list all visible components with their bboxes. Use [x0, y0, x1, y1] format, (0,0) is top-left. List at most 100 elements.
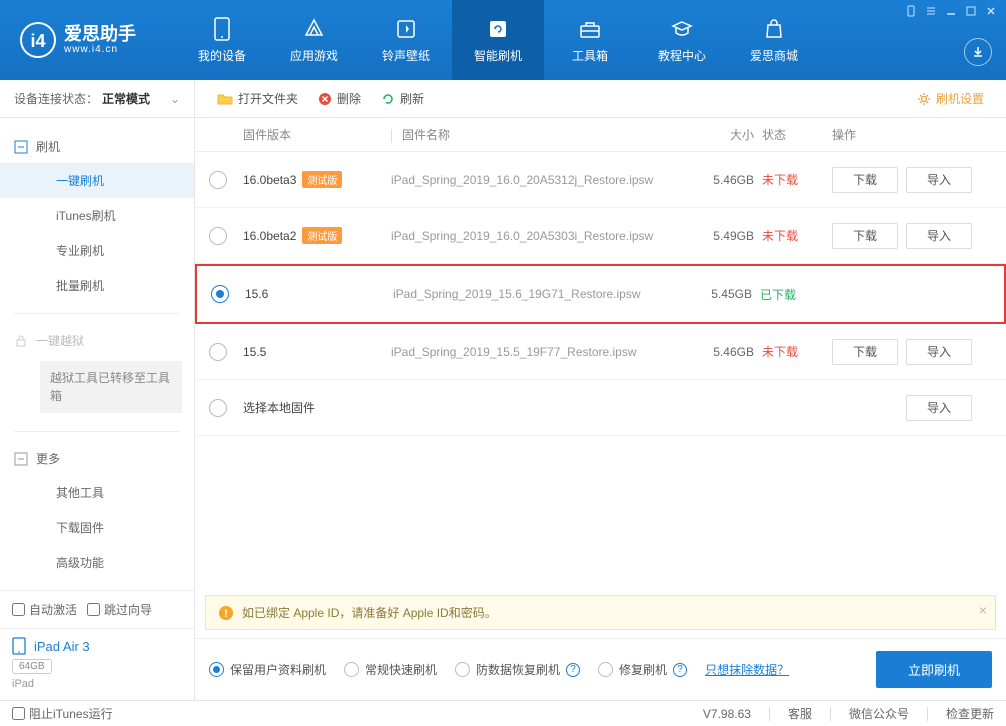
help-icon[interactable]: ?: [673, 663, 687, 677]
sidebar-item-itunes[interactable]: iTunes刷机: [0, 198, 194, 233]
row-radio[interactable]: [211, 285, 229, 303]
opt-repair[interactable]: 修复刷机?: [598, 661, 687, 678]
table-header: 固件版本 固件名称 大小 状态 操作: [195, 118, 1006, 152]
nav-ringtones[interactable]: 铃声壁纸: [360, 0, 452, 80]
sidebar-item-batch[interactable]: 批量刷机: [0, 268, 194, 303]
import-button[interactable]: 导入: [906, 395, 972, 421]
version-text: 15.5: [243, 345, 266, 359]
wechat-link[interactable]: 微信公众号: [849, 705, 909, 722]
ipad-icon: [12, 637, 26, 655]
maximize-button[interactable]: [962, 4, 980, 18]
download-status: 未下载: [762, 173, 798, 187]
sidebar-item-pro[interactable]: 专业刷机: [0, 233, 194, 268]
download-button[interactable]: 下载: [832, 223, 898, 249]
firmware-row[interactable]: 15.6 iPad_Spring_2019_15.6_19G71_Restore.…: [195, 264, 1006, 324]
logo-icon: i4: [20, 22, 56, 58]
nav-tutorials[interactable]: 教程中心: [636, 0, 728, 80]
alert-close-button[interactable]: ×: [979, 602, 987, 618]
refresh-icon: [381, 92, 395, 106]
nav-my-device[interactable]: 我的设备: [176, 0, 268, 80]
folder-icon: [217, 92, 233, 106]
music-icon: [395, 18, 417, 40]
version-text: 15.6: [245, 287, 268, 301]
svg-text:i4: i4: [30, 31, 45, 51]
expand-icon: [14, 140, 28, 154]
erase-link[interactable]: 只想抹除数据？: [705, 661, 789, 678]
download-status: 已下载: [760, 288, 796, 302]
download-button[interactable]: 下载: [832, 167, 898, 193]
row-radio[interactable]: [209, 343, 227, 361]
expand-icon: [14, 452, 28, 466]
phone-mode-button[interactable]: [902, 4, 920, 18]
import-button[interactable]: 导入: [906, 223, 972, 249]
import-button[interactable]: 导入: [906, 339, 972, 365]
connection-status[interactable]: 设备连接状态：正常模式 ⌄: [0, 80, 194, 118]
firmware-row[interactable]: 16.0beta3测试版iPad_Spring_2019_16.0_20A531…: [195, 152, 1006, 208]
version-text: 16.0beta3: [243, 173, 296, 187]
firmware-name: iPad_Spring_2019_16.0_20A5312j_Restore.i…: [391, 173, 688, 187]
sidebar-group-flash[interactable]: 刷机: [0, 130, 194, 163]
firmware-name: iPad_Spring_2019_15.5_19F77_Restore.ipsw: [391, 345, 688, 359]
chevron-down-icon: ⌄: [170, 92, 180, 106]
device-info[interactable]: iPad Air 3 64GB iPad: [0, 628, 194, 700]
nav-flash[interactable]: 智能刷机: [452, 0, 544, 80]
help-icon[interactable]: ?: [566, 663, 580, 677]
download-icon: [971, 45, 985, 59]
beta-badge: 测试版: [302, 227, 342, 244]
version-text: 16.0beta2: [243, 229, 296, 243]
settings-button[interactable]: 刷机设置: [909, 86, 992, 111]
sidebar-item-advanced[interactable]: 高级功能: [0, 545, 194, 580]
opt-normal[interactable]: 常规快速刷机: [344, 661, 437, 678]
sidebar-item-download[interactable]: 下载固件: [0, 510, 194, 545]
menu-button[interactable]: [922, 4, 940, 18]
local-label: 选择本地固件: [243, 401, 315, 415]
flash-now-button[interactable]: 立即刷机: [876, 651, 992, 688]
sidebar-item-oneclick[interactable]: 一键刷机: [0, 163, 194, 198]
open-folder-button[interactable]: 打开文件夹: [209, 86, 306, 111]
jailbreak-note: 越狱工具已转移至工具箱: [40, 361, 182, 413]
delete-button[interactable]: 删除: [310, 86, 369, 111]
opt-keep-data[interactable]: 保留用户资料刷机: [209, 661, 326, 678]
block-itunes-checkbox[interactable]: 阻止iTunes运行: [12, 705, 113, 722]
import-button[interactable]: 导入: [906, 167, 972, 193]
download-button[interactable]: 下载: [832, 339, 898, 365]
delete-icon: [318, 92, 332, 106]
skin-button[interactable]: [964, 38, 992, 66]
check-update-link[interactable]: 检查更新: [946, 705, 994, 722]
customer-service-link[interactable]: 客服: [788, 705, 812, 722]
sidebar-item-other[interactable]: 其他工具: [0, 475, 194, 510]
app-url: www.i4.cn: [64, 44, 136, 55]
nav-tools[interactable]: 工具箱: [544, 0, 636, 80]
row-radio[interactable]: [209, 171, 227, 189]
toolbar: 打开文件夹 删除 刷新 刷机设置: [195, 80, 1006, 118]
logo[interactable]: i4 爱思助手 www.i4.cn: [0, 22, 156, 58]
firmware-row[interactable]: 16.0beta2 测试版 iPad_Spring_2019_16.0_20A530…: [195, 208, 1006, 264]
firmware-table: 16.0beta3 测试版 iPad_Spring_2019_16.0_20A531…: [195, 152, 1006, 436]
firmware-row[interactable]: 15.5 iPad_Spring_2019_15.5_19F77_Restore.…: [195, 324, 1006, 380]
skip-guide-checkbox[interactable]: 跳过向导: [87, 601, 152, 618]
graduation-icon: [671, 18, 693, 40]
download-status: 未下载: [762, 345, 798, 359]
phone-icon: [212, 17, 232, 41]
firmware-name: iPad_Spring_2019_15.6_19G71_Restore.ipsw: [393, 287, 686, 301]
opt-antidata[interactable]: 防数据恢复刷机?: [455, 661, 580, 678]
sidebar-group-jailbreak[interactable]: 一键越狱: [0, 324, 194, 357]
row-radio[interactable]: [209, 227, 227, 245]
row-radio[interactable]: [209, 399, 227, 417]
firmware-name: iPad_Spring_2019_16.0_20A5303i_Restore.i…: [391, 229, 688, 243]
minimize-button[interactable]: [942, 4, 960, 18]
sidebar-group-more[interactable]: 更多: [0, 442, 194, 475]
close-button[interactable]: [982, 4, 1000, 18]
toolbox-icon: [578, 18, 602, 40]
nav-apps[interactable]: 应用游戏: [268, 0, 360, 80]
refresh-button[interactable]: 刷新: [373, 86, 432, 111]
download-status: 未下载: [762, 229, 798, 243]
local-firmware-row[interactable]: 选择本地固件x导入: [195, 380, 1006, 436]
nav-store[interactable]: 爱思商城: [728, 0, 820, 80]
firmware-size: 5.49GB: [688, 229, 762, 243]
status-footer: 阻止iTunes运行 V7.98.63 客服 微信公众号 检查更新: [0, 700, 1006, 726]
refresh-icon: [487, 18, 509, 40]
firmware-size: 5.46GB: [688, 345, 762, 359]
auto-activate-checkbox[interactable]: 自动激活: [12, 601, 77, 618]
app-title: 爱思助手: [64, 25, 136, 45]
